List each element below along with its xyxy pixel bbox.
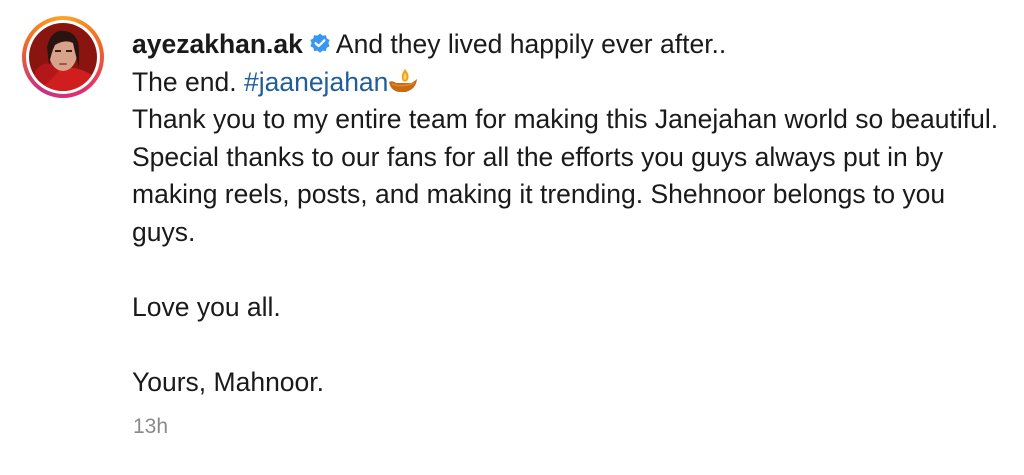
caption-closing-1: Love you all. [132, 291, 281, 322]
hashtag-link[interactable]: #jaanejahan [244, 67, 388, 97]
caption-closing-2: Yours, Mahnoor. [132, 366, 325, 397]
diya-lamp-icon [389, 68, 418, 92]
caption-line-1: And they lived happily ever after.. [335, 29, 727, 59]
caption-text: ayezakhan.ak And they lived happily ever… [132, 26, 1012, 401]
avatar[interactable] [29, 23, 97, 91]
caption-line-2: The end. [132, 66, 237, 97]
verified-badge-icon [310, 33, 330, 53]
username-link[interactable]: ayezakhan.ak [132, 29, 303, 59]
story-ring[interactable] [22, 16, 104, 98]
caption-paragraph: Thank you to my entire team for making t… [132, 104, 999, 247]
timestamp[interactable]: 13h [133, 415, 168, 439]
post-caption-row: ayezakhan.ak And they lived happily ever… [22, 16, 1012, 401]
